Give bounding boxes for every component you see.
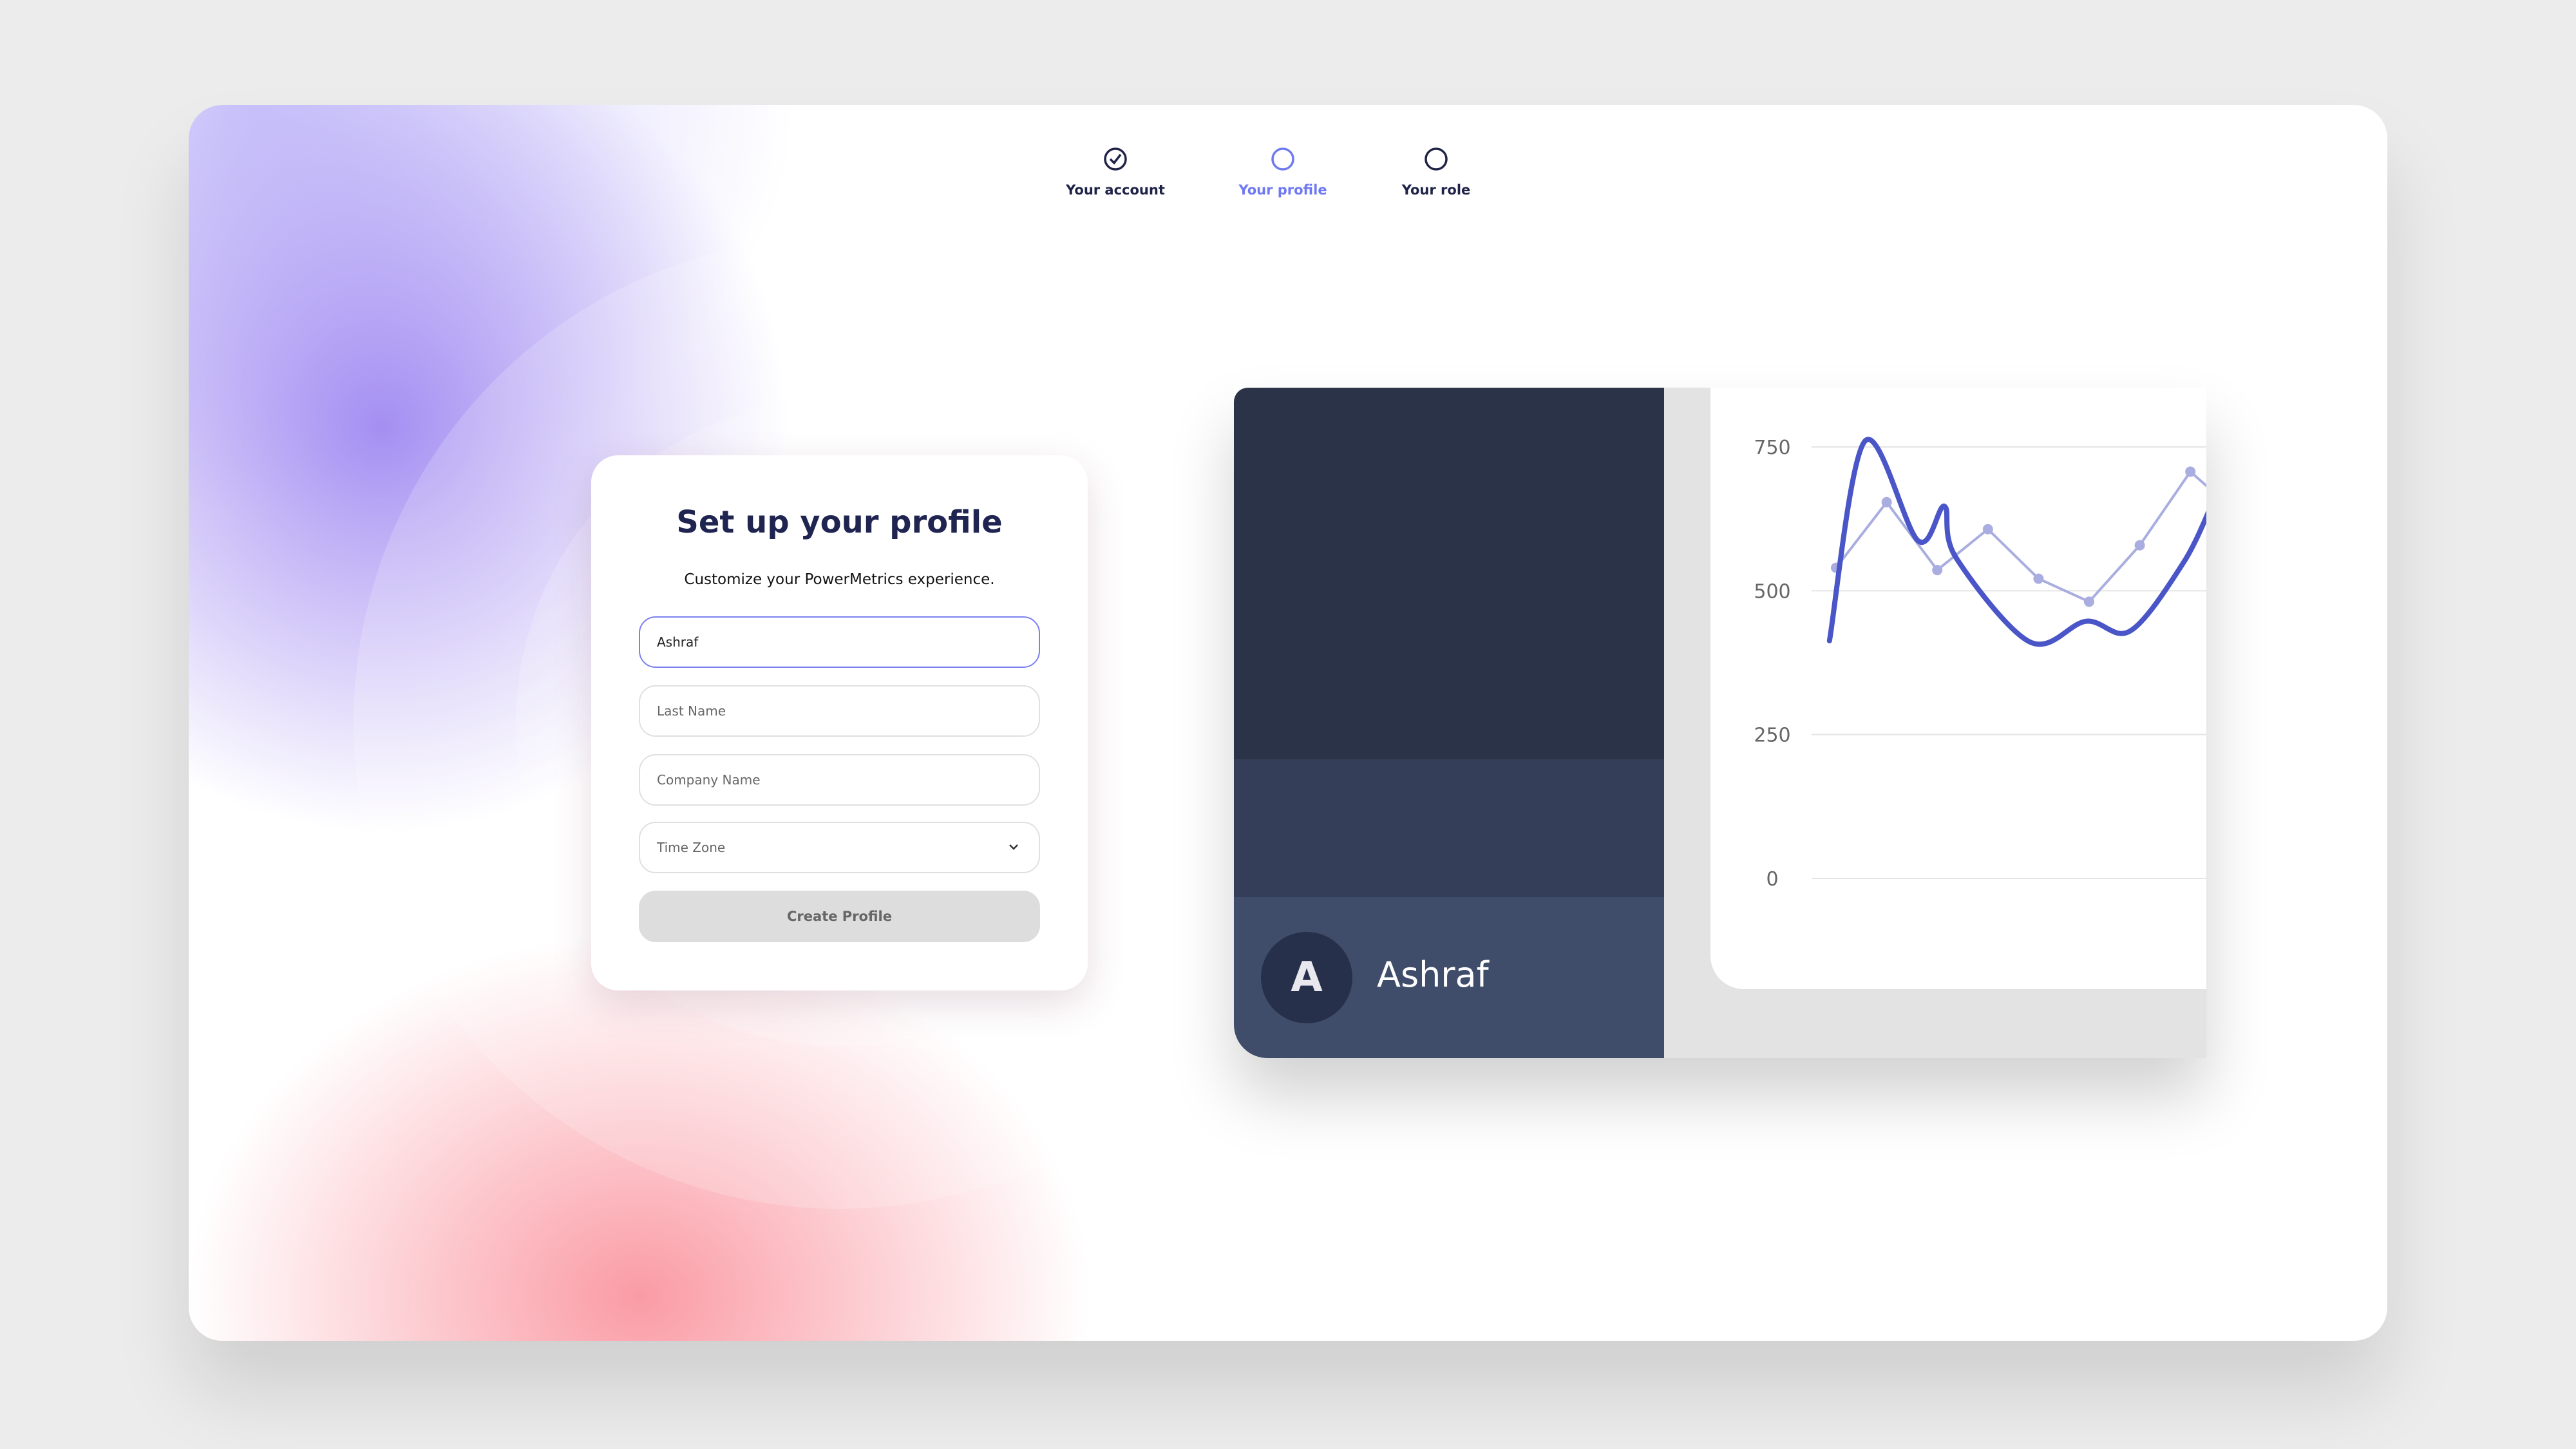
- chevron-down-icon: [1009, 844, 1018, 850]
- step-label: Your account: [1066, 182, 1165, 198]
- step-label: Your role: [1401, 182, 1471, 198]
- y-tick-label: 750: [1754, 437, 1790, 459]
- profile-form-card: Set up your profile Customize your Power…: [591, 455, 1088, 990]
- data-point: [2134, 540, 2145, 551]
- series-line-light: [1835, 469, 2206, 603]
- create-profile-button[interactable]: Create Profile: [639, 891, 1040, 942]
- check-circle-icon: [1104, 147, 1127, 171]
- form-subtitle: Customize your PowerMetrics experience.: [684, 571, 995, 588]
- avatar: A: [1261, 932, 1352, 1023]
- y-tick-label: 0: [1766, 868, 1778, 891]
- preview-chart-card: 750 500 250 0: [1710, 388, 2206, 989]
- preview-header-panel: [1234, 388, 1664, 759]
- step-your-account[interactable]: Your account: [1019, 146, 1212, 198]
- time-zone-placeholder: Time Zone: [657, 840, 726, 855]
- step-your-role[interactable]: Your role: [1340, 146, 1533, 198]
- time-zone-select[interactable]: Time Zone: [639, 822, 1040, 873]
- y-tick-label: 250: [1754, 724, 1790, 747]
- data-point: [2185, 466, 2196, 477]
- y-tick-label: 500: [1754, 580, 1790, 603]
- profile-preview: A Ashraf 750 500 250 0: [1234, 388, 2206, 1058]
- company-name-input[interactable]: Company Name: [639, 754, 1040, 806]
- preview-middle-panel: [1234, 759, 1664, 897]
- preview-user-name: Ashraf: [1377, 954, 1489, 995]
- data-point: [1932, 565, 1943, 576]
- data-point: [1881, 497, 1892, 507]
- line-chart: 750 500 250 0: [1754, 437, 2206, 891]
- page-title: Set up your profile: [676, 504, 1003, 540]
- series-line-smooth: [1826, 437, 2206, 647]
- data-point: [2033, 573, 2044, 584]
- data-point: [1982, 524, 1993, 535]
- last-name-input[interactable]: Last Name: [639, 685, 1040, 737]
- circle-icon: [1425, 147, 1448, 171]
- circle-icon: [1271, 147, 1294, 171]
- data-point: [2084, 596, 2094, 607]
- first-name-input[interactable]: Ashraf: [639, 616, 1040, 668]
